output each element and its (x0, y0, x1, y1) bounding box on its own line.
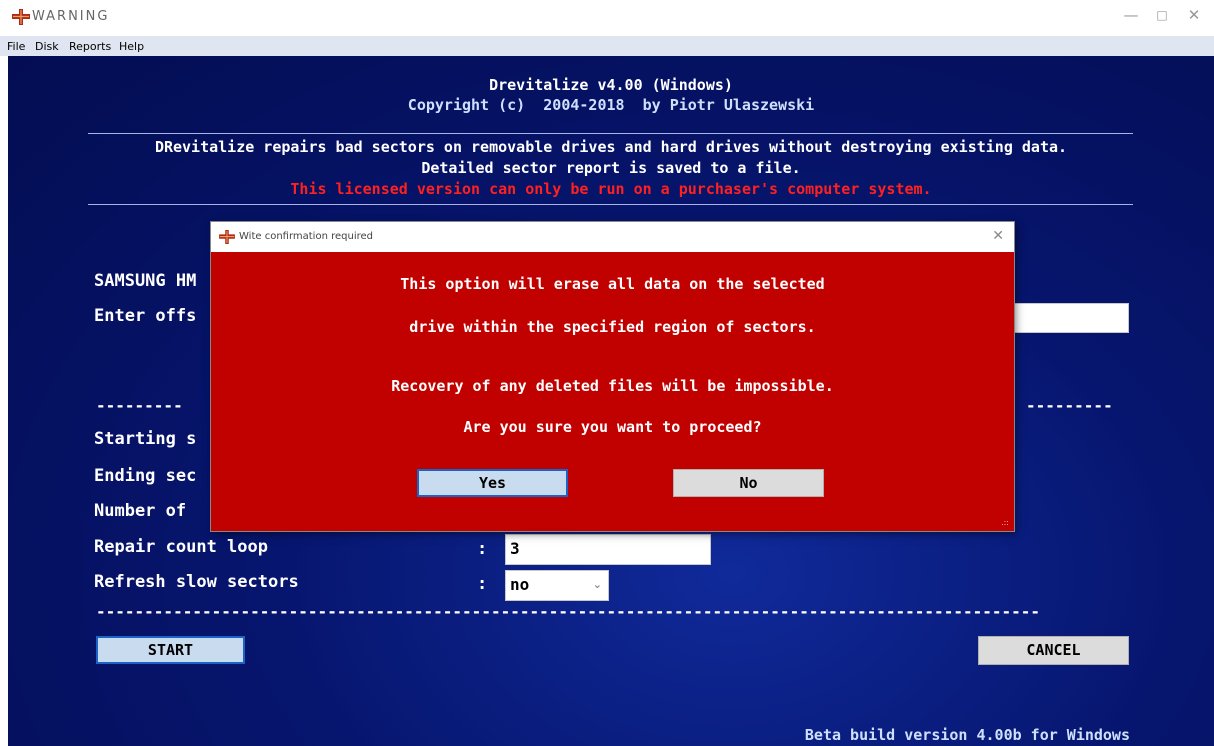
refresh-slow-select[interactable]: no ⌄ (505, 570, 609, 601)
dialog-message-2: drive within the specified region of sec… (409, 318, 816, 336)
resize-grip-icon[interactable]: .:: (1001, 518, 1009, 527)
repair-count-colon: : (477, 539, 488, 559)
refresh-slow-colon: : (477, 574, 488, 594)
description-line-2: Detailed sector report is saved to a fil… (421, 159, 801, 177)
divider-bottom (88, 204, 1133, 205)
separator-full: ----------------------------------------… (96, 602, 1041, 621)
app-name-heading: Drevitalize v4.00 (Windows) (489, 76, 733, 94)
number-of-sectors-label: Number of (94, 501, 187, 521)
repair-count-input[interactable]: 3 (505, 534, 711, 565)
menu-bar: File Disk Reports Help (0, 36, 1214, 56)
dialog-title: Wite confirmation required (239, 231, 373, 242)
ending-sector-label: Ending sec (94, 466, 197, 486)
dialog-message-4: Are you sure you want to proceed? (463, 418, 762, 436)
dialog-close-icon[interactable]: ✕ (992, 228, 1004, 244)
maximize-icon[interactable]: □ (1150, 8, 1174, 30)
window-title: WARNING (32, 9, 110, 24)
repair-count-label: Repair count loop (94, 537, 268, 557)
offset-label: Enter offs (94, 306, 197, 326)
drive-label: SAMSUNG HM (94, 271, 197, 291)
dialog-title-bar: Wite confirmation required ✕ (211, 222, 1014, 252)
yes-button[interactable]: Yes (417, 469, 568, 497)
minimize-icon[interactable]: — (1119, 6, 1143, 28)
menu-help[interactable]: Help (119, 40, 144, 53)
no-button[interactable]: No (673, 469, 824, 497)
starting-sector-label: Starting s (94, 429, 197, 449)
description-line-1: DRevitalize repairs bad sectors on remov… (154, 138, 1068, 156)
start-button[interactable]: START (96, 636, 245, 664)
app-logo-icon (12, 9, 30, 25)
offset-input[interactable] (1008, 303, 1129, 333)
menu-file[interactable]: File (7, 40, 25, 53)
refresh-slow-label: Refresh slow sectors (94, 572, 299, 592)
copyright-text: Copyright (c) 2004-2018 by Piotr Ulaszew… (407, 96, 815, 114)
license-warning: This licensed version can only be run on… (290, 180, 932, 198)
confirmation-dialog: Wite confirmation required ✕ This option… (211, 222, 1014, 531)
close-icon[interactable]: ✕ (1182, 6, 1206, 28)
build-version-text: Beta build version 4.00b for Windows (804, 726, 1130, 744)
menu-reports[interactable]: Reports (69, 40, 111, 53)
cancel-button[interactable]: CANCEL (978, 636, 1129, 665)
refresh-slow-value: no (510, 575, 530, 594)
chevron-down-icon: ⌄ (592, 578, 602, 591)
separator-left: --------- (96, 396, 183, 415)
dialog-message-3: Recovery of any deleted files will be im… (391, 377, 834, 395)
title-bar: WARNING — □ ✕ (0, 0, 1214, 36)
menu-disk[interactable]: Disk (35, 40, 59, 53)
dialog-message-1: This option will erase all data on the s… (400, 275, 825, 293)
separator-right: --------- (1026, 396, 1113, 415)
app-logo-icon (219, 230, 235, 244)
divider-top (88, 133, 1133, 134)
